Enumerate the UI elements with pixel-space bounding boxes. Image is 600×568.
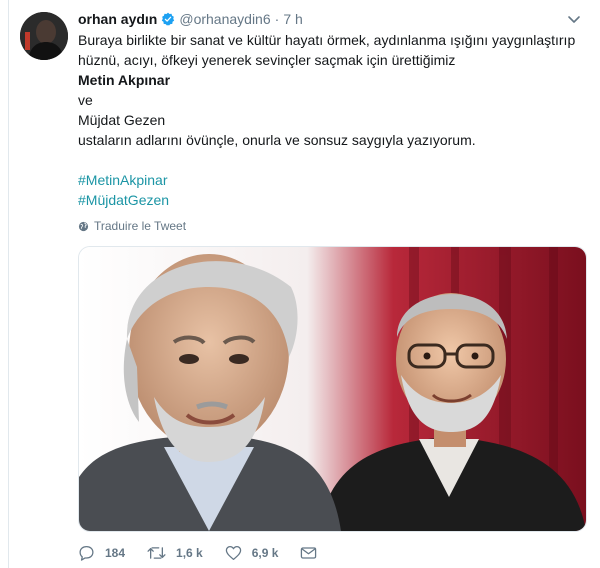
- tweet-header: orhan aydın @orhanaydin6 · 7 h: [78, 9, 303, 29]
- verified-badge-icon: [161, 12, 175, 26]
- avatar[interactable]: [20, 12, 68, 60]
- tweet-text-line: hüznü, acıyı, öfkeyi yenerek sevinçler s…: [78, 52, 456, 68]
- tweet-text-line: ve: [78, 92, 93, 108]
- direct-message-button[interactable]: [300, 546, 327, 560]
- chevron-down-icon[interactable]: [566, 11, 582, 27]
- reply-icon: [79, 545, 94, 561]
- translate-tweet-link[interactable]: Traduire le Tweet: [78, 219, 186, 233]
- tweet-actions: 184 1,6 k 6,9 k: [78, 543, 349, 563]
- retweet-count: 1,6 k: [176, 546, 203, 560]
- hashtag-link[interactable]: #MüjdatGezen: [78, 190, 588, 210]
- tweet-photo[interactable]: [78, 246, 587, 532]
- header-separator: ·: [274, 11, 280, 27]
- tweet-text: Buraya birlikte bir sanat ve kültür haya…: [78, 30, 588, 210]
- hashtag-link[interactable]: #MetinAkpinar: [78, 170, 588, 190]
- retweet-button[interactable]: 1,6 k: [147, 545, 203, 561]
- tweet-card[interactable]: orhan aydın @orhanaydin6 · 7 h Buraya bi…: [0, 0, 600, 568]
- author-name[interactable]: orhan aydın: [78, 11, 157, 27]
- tweet-text-name-line: Metin Akpınar: [78, 72, 171, 88]
- globe-icon: [78, 221, 89, 231]
- tweet-text-line: Müjdat Gezen: [78, 112, 166, 128]
- heart-icon: [225, 545, 241, 561]
- like-count: 6,9 k: [251, 546, 279, 560]
- tweet-text-line: ustaların adlarını övünçle, onurla ve so…: [78, 132, 476, 148]
- like-button[interactable]: 6,9 k: [225, 545, 279, 561]
- reply-count: 184: [105, 546, 126, 560]
- tweet-timestamp[interactable]: 7 h: [283, 11, 302, 27]
- envelope-icon: [301, 547, 317, 559]
- translate-label: Traduire le Tweet: [94, 219, 187, 233]
- reply-button[interactable]: 184: [78, 545, 125, 561]
- tweet-text-line: Buraya birlikte bir sanat ve kültür haya…: [78, 32, 576, 48]
- author-handle[interactable]: @orhanaydin6: [179, 11, 270, 27]
- timeline-divider: [8, 0, 9, 568]
- retweet-icon: [147, 547, 166, 559]
